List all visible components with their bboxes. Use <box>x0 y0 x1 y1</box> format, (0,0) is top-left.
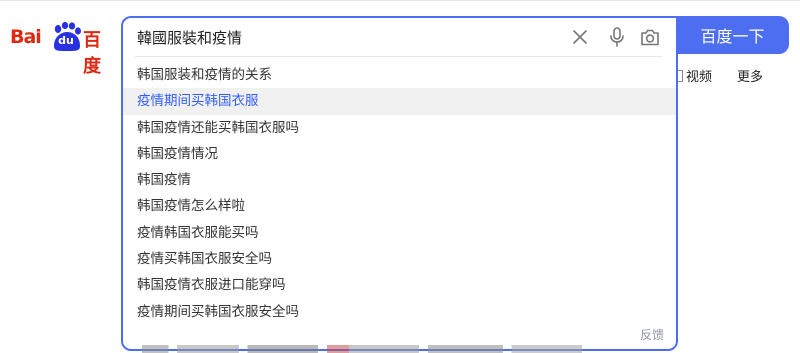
nav-video-label: 视频 <box>686 70 713 85</box>
top-rule <box>0 0 800 1</box>
suggestion-item[interactable]: 疫情买韩国衣服安全吗 <box>123 246 676 272</box>
search-input-row: 韓國服裝和疫情 <box>123 18 676 56</box>
nav-video-edge-icon <box>678 70 683 82</box>
camera-icon[interactable] <box>639 26 661 48</box>
nav-item-video[interactable]: 视频 <box>678 66 712 85</box>
search-box: 韓國服裝和疫情 韩国服装和疫情的关系 疫情期间买韩国衣服 韩国疫情还能买韩国衣服… <box>121 16 678 351</box>
suggestion-item[interactable]: 韩国疫情还能买韩国衣服吗 <box>123 115 676 141</box>
close-icon[interactable] <box>569 26 591 48</box>
logo-latin-text: Bai <box>10 26 42 48</box>
baidu-logo[interactable]: Bai du 百度 <box>10 22 110 77</box>
suggestion-item[interactable]: 韩国疫情衣服进口能穿吗 <box>123 272 676 298</box>
suggestion-item[interactable]: 韩国疫情情况 <box>123 141 676 167</box>
suggestion-item[interactable]: 疫情韩国衣服能买吗 <box>123 220 676 246</box>
search-submit-button[interactable]: 百度一下 <box>676 16 789 54</box>
nav-item-more[interactable]: 更多 <box>737 66 763 85</box>
feedback-link[interactable]: 反馈 <box>640 326 664 343</box>
search-input[interactable]: 韓國服裝和疫情 <box>137 27 242 48</box>
suggestion-item[interactable]: 韩国疫情 <box>123 167 676 193</box>
logo-cn-text: 百度 <box>83 30 101 77</box>
suggestion-item[interactable]: 韩国服装和疫情的关系 <box>123 62 676 88</box>
suggestion-item-active[interactable]: 疫情期间买韩国衣服 <box>123 88 676 115</box>
suggestion-list: 韩国服装和疫情的关系 疫情期间买韩国衣服 韩国疫情还能买韩国衣服吗 韩国疫情情况… <box>123 62 676 325</box>
search-divider <box>135 56 662 57</box>
suggestion-item[interactable]: 疫情期间买韩国衣服安全吗 <box>123 299 676 325</box>
logo-du-text: du <box>58 34 74 47</box>
background-result-text <box>142 345 582 353</box>
microphone-icon[interactable] <box>606 26 628 48</box>
suggestion-item[interactable]: 韩国疫情怎么样啦 <box>123 193 676 219</box>
